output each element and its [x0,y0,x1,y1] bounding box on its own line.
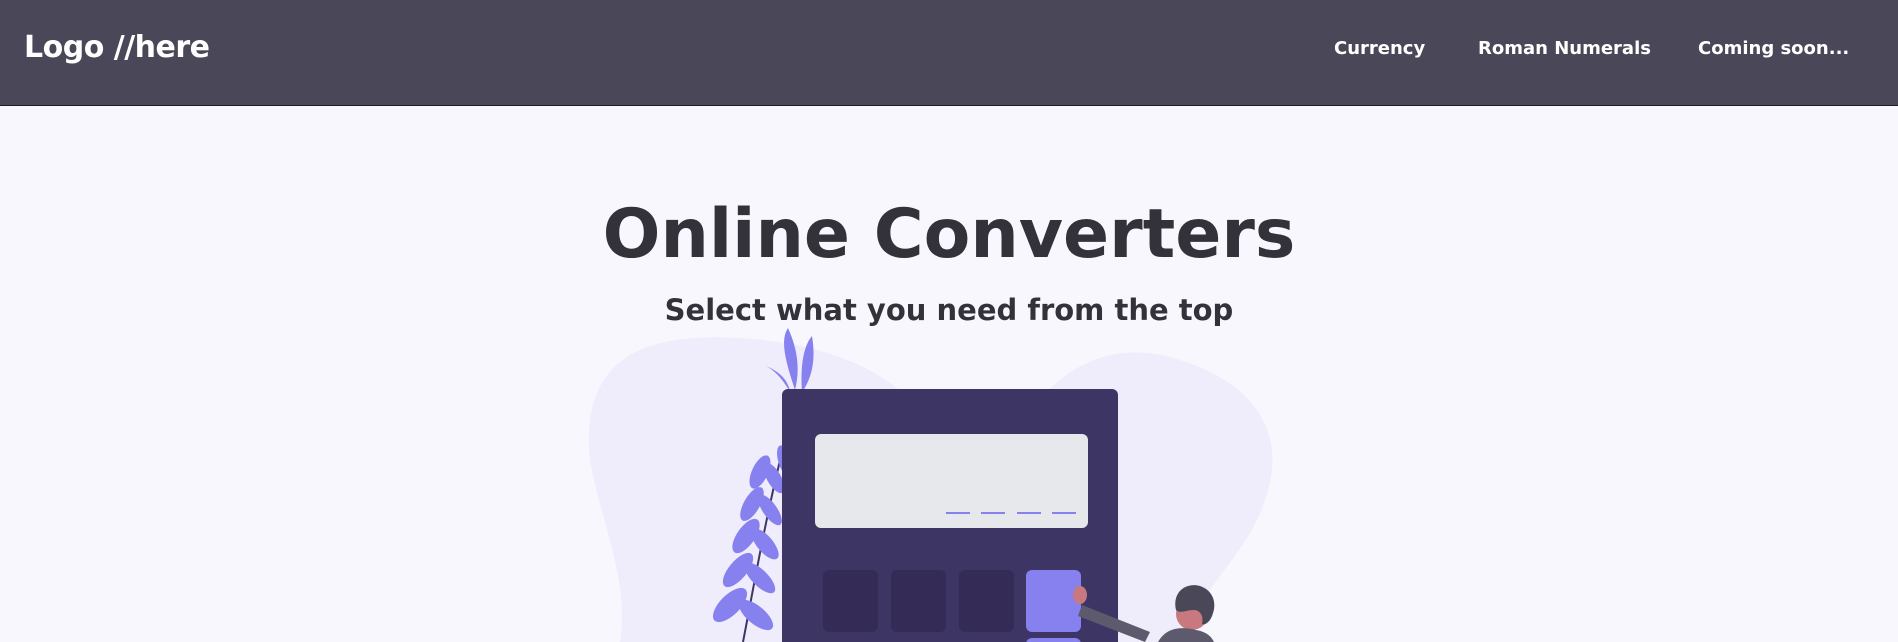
calculator-key [823,570,878,632]
calculator-illustration [588,328,1273,642]
nav-link-roman-numerals[interactable]: Roman Numerals [1478,38,1651,59]
calculator-key-highlighted [1026,570,1081,632]
calculator-key [891,570,946,632]
calculator-key [959,570,1014,632]
calculator-key-highlighted [1026,638,1081,642]
site-logo[interactable]: Logo //here [24,30,210,65]
nav-link-coming-soon[interactable]: Coming soon... [1698,38,1849,59]
nav-link-currency[interactable]: Currency [1334,38,1425,59]
top-navbar: Logo //here Currency Roman Numerals Comi… [0,0,1898,106]
page-title: Online Converters [602,195,1296,274]
